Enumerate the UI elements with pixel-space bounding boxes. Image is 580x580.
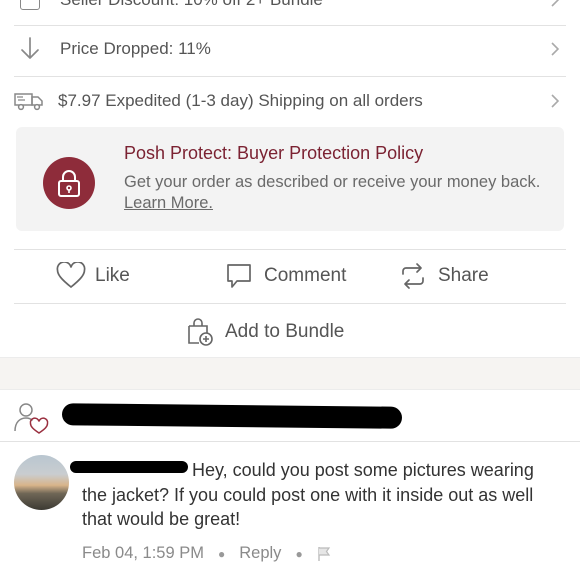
add-to-bundle-button[interactable]: Add to Bundle <box>186 317 344 347</box>
chevron-right-icon <box>551 94 560 108</box>
separator-dot: ● <box>295 546 303 561</box>
comment-meta: Feb 04, 1:59 PM ● Reply ● <box>82 544 331 563</box>
comment-icon <box>227 264 251 288</box>
lock-icon <box>43 157 95 209</box>
add-to-bundle-label: Add to Bundle <box>225 321 345 342</box>
seller-discount-row[interactable]: Seller Discount: 10% off 2+ Bundle <box>14 0 566 14</box>
likes-row[interactable] <box>0 391 580 441</box>
chevron-right-icon <box>551 42 560 56</box>
reply-button[interactable]: Reply <box>239 544 281 563</box>
comment-label: Comment <box>264 265 347 286</box>
posh-protect-title: Posh Protect: Buyer Protection Policy <box>124 143 424 163</box>
posh-protect-body: Get your order as described or receive y… <box>124 172 548 214</box>
section-separator <box>0 357 580 390</box>
arrow-down-icon <box>21 37 39 59</box>
like-label: Like <box>95 264 130 286</box>
posh-protect-text: Get your order as described or receive y… <box>124 173 541 191</box>
heart-icon <box>56 262 86 289</box>
price-dropped-label: Price Dropped: 11% <box>60 39 211 58</box>
posh-protect-card: Posh Protect: Buyer Protection Policy Ge… <box>16 127 564 231</box>
separator-dot: ● <box>218 546 226 561</box>
comment-date: Feb 04, 1:59 PM <box>82 544 204 562</box>
redacted-usernames <box>61 403 403 429</box>
avatar[interactable] <box>14 455 69 510</box>
flag-icon[interactable] <box>317 546 331 562</box>
comment-button[interactable]: Comment <box>225 262 346 290</box>
user-heart-icon <box>14 403 49 434</box>
checkbox-icon <box>20 0 40 10</box>
price-dropped-row[interactable]: Price Dropped: 11% <box>14 34 566 64</box>
like-button[interactable]: Like <box>56 262 130 289</box>
truck-icon <box>14 93 43 111</box>
chevron-right-icon <box>551 0 560 7</box>
comment-text: Hey, could you post some pictures wearin… <box>82 458 542 532</box>
share-icon <box>402 263 424 289</box>
comment-body: Hey, could you post some pictures wearin… <box>82 460 534 529</box>
shipping-label: $7.97 Expedited (1-3 day) Shipping on al… <box>58 91 423 110</box>
share-label: Share <box>438 265 489 286</box>
bundle-add-icon <box>188 318 213 346</box>
shipping-row[interactable]: $7.97 Expedited (1-3 day) Shipping on al… <box>14 86 566 116</box>
share-button[interactable]: Share <box>399 262 489 290</box>
seller-discount-label: Seller Discount: 10% off 2+ Bundle <box>60 0 323 10</box>
learn-more-link[interactable]: Learn More. <box>124 194 213 212</box>
